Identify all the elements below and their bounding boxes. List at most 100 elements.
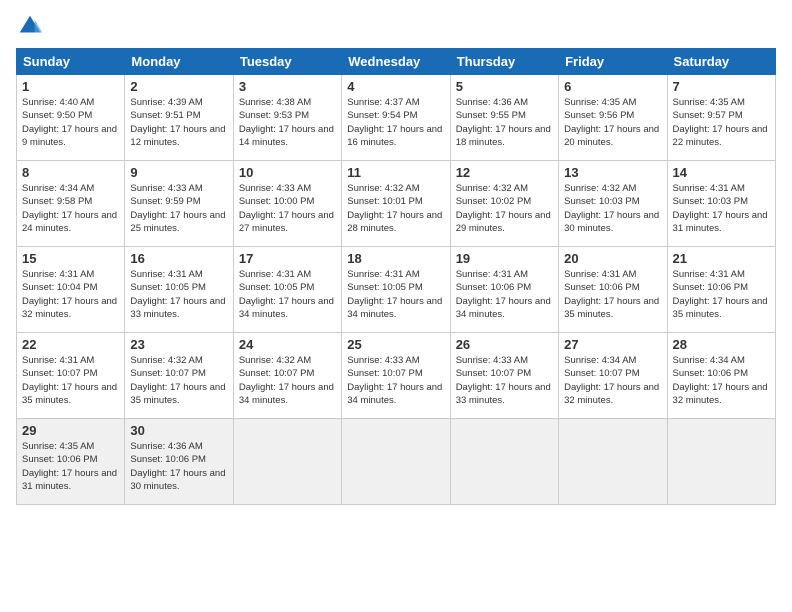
week-row-3: 15 Sunrise: 4:31 AM Sunset: 10:04 PM Day…: [17, 247, 776, 333]
logo-icon: [16, 12, 44, 40]
day-number: 2: [130, 79, 227, 94]
day-info: Sunrise: 4:33 AM Sunset: 10:07 PM Daylig…: [456, 354, 553, 407]
day-info: Sunrise: 4:31 AM Sunset: 10:03 PM Daylig…: [673, 182, 770, 235]
day-info: Sunrise: 4:31 AM Sunset: 10:06 PM Daylig…: [456, 268, 553, 321]
day-header-friday: Friday: [559, 49, 667, 75]
day-header-wednesday: Wednesday: [342, 49, 450, 75]
day-number: 21: [673, 251, 770, 266]
day-info: Sunrise: 4:40 AM Sunset: 9:50 PM Dayligh…: [22, 96, 119, 149]
day-cell: 11 Sunrise: 4:32 AM Sunset: 10:01 PM Day…: [342, 161, 450, 247]
day-info: Sunrise: 4:34 AM Sunset: 10:07 PM Daylig…: [564, 354, 661, 407]
day-info: Sunrise: 4:35 AM Sunset: 10:06 PM Daylig…: [22, 440, 119, 493]
day-number: 7: [673, 79, 770, 94]
day-header-tuesday: Tuesday: [233, 49, 341, 75]
week-row-2: 8 Sunrise: 4:34 AM Sunset: 9:58 PM Dayli…: [17, 161, 776, 247]
calendar-table: SundayMondayTuesdayWednesdayThursdayFrid…: [16, 48, 776, 505]
day-info: Sunrise: 4:31 AM Sunset: 10:04 PM Daylig…: [22, 268, 119, 321]
day-number: 25: [347, 337, 444, 352]
day-cell: [667, 419, 775, 505]
day-cell: 14 Sunrise: 4:31 AM Sunset: 10:03 PM Day…: [667, 161, 775, 247]
day-cell: 18 Sunrise: 4:31 AM Sunset: 10:05 PM Day…: [342, 247, 450, 333]
day-info: Sunrise: 4:31 AM Sunset: 10:06 PM Daylig…: [564, 268, 661, 321]
day-info: Sunrise: 4:38 AM Sunset: 9:53 PM Dayligh…: [239, 96, 336, 149]
day-number: 27: [564, 337, 661, 352]
day-info: Sunrise: 4:34 AM Sunset: 9:58 PM Dayligh…: [22, 182, 119, 235]
week-row-1: 1 Sunrise: 4:40 AM Sunset: 9:50 PM Dayli…: [17, 75, 776, 161]
day-number: 6: [564, 79, 661, 94]
logo: [16, 12, 48, 40]
header: [16, 12, 776, 40]
day-number: 30: [130, 423, 227, 438]
day-info: Sunrise: 4:32 AM Sunset: 10:01 PM Daylig…: [347, 182, 444, 235]
day-cell: 24 Sunrise: 4:32 AM Sunset: 10:07 PM Day…: [233, 333, 341, 419]
day-number: 23: [130, 337, 227, 352]
header-row: SundayMondayTuesdayWednesdayThursdayFrid…: [17, 49, 776, 75]
day-cell: 25 Sunrise: 4:33 AM Sunset: 10:07 PM Day…: [342, 333, 450, 419]
day-cell: 22 Sunrise: 4:31 AM Sunset: 10:07 PM Day…: [17, 333, 125, 419]
day-info: Sunrise: 4:31 AM Sunset: 10:05 PM Daylig…: [130, 268, 227, 321]
day-info: Sunrise: 4:34 AM Sunset: 10:06 PM Daylig…: [673, 354, 770, 407]
day-number: 20: [564, 251, 661, 266]
day-cell: 3 Sunrise: 4:38 AM Sunset: 9:53 PM Dayli…: [233, 75, 341, 161]
day-number: 1: [22, 79, 119, 94]
day-info: Sunrise: 4:32 AM Sunset: 10:02 PM Daylig…: [456, 182, 553, 235]
day-number: 26: [456, 337, 553, 352]
day-number: 5: [456, 79, 553, 94]
day-header-sunday: Sunday: [17, 49, 125, 75]
day-cell: 16 Sunrise: 4:31 AM Sunset: 10:05 PM Day…: [125, 247, 233, 333]
day-cell: 7 Sunrise: 4:35 AM Sunset: 9:57 PM Dayli…: [667, 75, 775, 161]
day-info: Sunrise: 4:32 AM Sunset: 10:03 PM Daylig…: [564, 182, 661, 235]
day-info: Sunrise: 4:35 AM Sunset: 9:57 PM Dayligh…: [673, 96, 770, 149]
day-info: Sunrise: 4:35 AM Sunset: 9:56 PM Dayligh…: [564, 96, 661, 149]
day-header-thursday: Thursday: [450, 49, 558, 75]
day-number: 29: [22, 423, 119, 438]
day-number: 10: [239, 165, 336, 180]
day-number: 28: [673, 337, 770, 352]
day-cell: 10 Sunrise: 4:33 AM Sunset: 10:00 PM Day…: [233, 161, 341, 247]
day-cell: 9 Sunrise: 4:33 AM Sunset: 9:59 PM Dayli…: [125, 161, 233, 247]
day-info: Sunrise: 4:39 AM Sunset: 9:51 PM Dayligh…: [130, 96, 227, 149]
week-row-5: 29 Sunrise: 4:35 AM Sunset: 10:06 PM Day…: [17, 419, 776, 505]
day-cell: 13 Sunrise: 4:32 AM Sunset: 10:03 PM Day…: [559, 161, 667, 247]
day-number: 17: [239, 251, 336, 266]
day-cell: 6 Sunrise: 4:35 AM Sunset: 9:56 PM Dayli…: [559, 75, 667, 161]
day-cell: 19 Sunrise: 4:31 AM Sunset: 10:06 PM Day…: [450, 247, 558, 333]
day-number: 13: [564, 165, 661, 180]
day-cell: 17 Sunrise: 4:31 AM Sunset: 10:05 PM Day…: [233, 247, 341, 333]
day-number: 9: [130, 165, 227, 180]
day-header-monday: Monday: [125, 49, 233, 75]
day-cell: [233, 419, 341, 505]
day-cell: 12 Sunrise: 4:32 AM Sunset: 10:02 PM Day…: [450, 161, 558, 247]
day-number: 12: [456, 165, 553, 180]
day-cell: 2 Sunrise: 4:39 AM Sunset: 9:51 PM Dayli…: [125, 75, 233, 161]
day-number: 4: [347, 79, 444, 94]
day-number: 18: [347, 251, 444, 266]
day-info: Sunrise: 4:33 AM Sunset: 10:07 PM Daylig…: [347, 354, 444, 407]
day-info: Sunrise: 4:32 AM Sunset: 10:07 PM Daylig…: [239, 354, 336, 407]
day-info: Sunrise: 4:33 AM Sunset: 9:59 PM Dayligh…: [130, 182, 227, 235]
day-number: 15: [22, 251, 119, 266]
day-info: Sunrise: 4:31 AM Sunset: 10:05 PM Daylig…: [347, 268, 444, 321]
day-cell: 26 Sunrise: 4:33 AM Sunset: 10:07 PM Day…: [450, 333, 558, 419]
day-cell: 29 Sunrise: 4:35 AM Sunset: 10:06 PM Day…: [17, 419, 125, 505]
day-header-saturday: Saturday: [667, 49, 775, 75]
calendar-page: SundayMondayTuesdayWednesdayThursdayFrid…: [0, 0, 792, 612]
day-info: Sunrise: 4:33 AM Sunset: 10:00 PM Daylig…: [239, 182, 336, 235]
day-cell: 27 Sunrise: 4:34 AM Sunset: 10:07 PM Day…: [559, 333, 667, 419]
day-cell: 30 Sunrise: 4:36 AM Sunset: 10:06 PM Day…: [125, 419, 233, 505]
day-cell: 5 Sunrise: 4:36 AM Sunset: 9:55 PM Dayli…: [450, 75, 558, 161]
day-cell: 8 Sunrise: 4:34 AM Sunset: 9:58 PM Dayli…: [17, 161, 125, 247]
day-cell: 4 Sunrise: 4:37 AM Sunset: 9:54 PM Dayli…: [342, 75, 450, 161]
day-info: Sunrise: 4:37 AM Sunset: 9:54 PM Dayligh…: [347, 96, 444, 149]
day-cell: 28 Sunrise: 4:34 AM Sunset: 10:06 PM Day…: [667, 333, 775, 419]
day-cell: [559, 419, 667, 505]
day-cell: 20 Sunrise: 4:31 AM Sunset: 10:06 PM Day…: [559, 247, 667, 333]
day-info: Sunrise: 4:36 AM Sunset: 10:06 PM Daylig…: [130, 440, 227, 493]
day-info: Sunrise: 4:32 AM Sunset: 10:07 PM Daylig…: [130, 354, 227, 407]
day-cell: 21 Sunrise: 4:31 AM Sunset: 10:06 PM Day…: [667, 247, 775, 333]
day-number: 22: [22, 337, 119, 352]
week-row-4: 22 Sunrise: 4:31 AM Sunset: 10:07 PM Day…: [17, 333, 776, 419]
day-number: 14: [673, 165, 770, 180]
day-info: Sunrise: 4:31 AM Sunset: 10:06 PM Daylig…: [673, 268, 770, 321]
day-cell: 15 Sunrise: 4:31 AM Sunset: 10:04 PM Day…: [17, 247, 125, 333]
